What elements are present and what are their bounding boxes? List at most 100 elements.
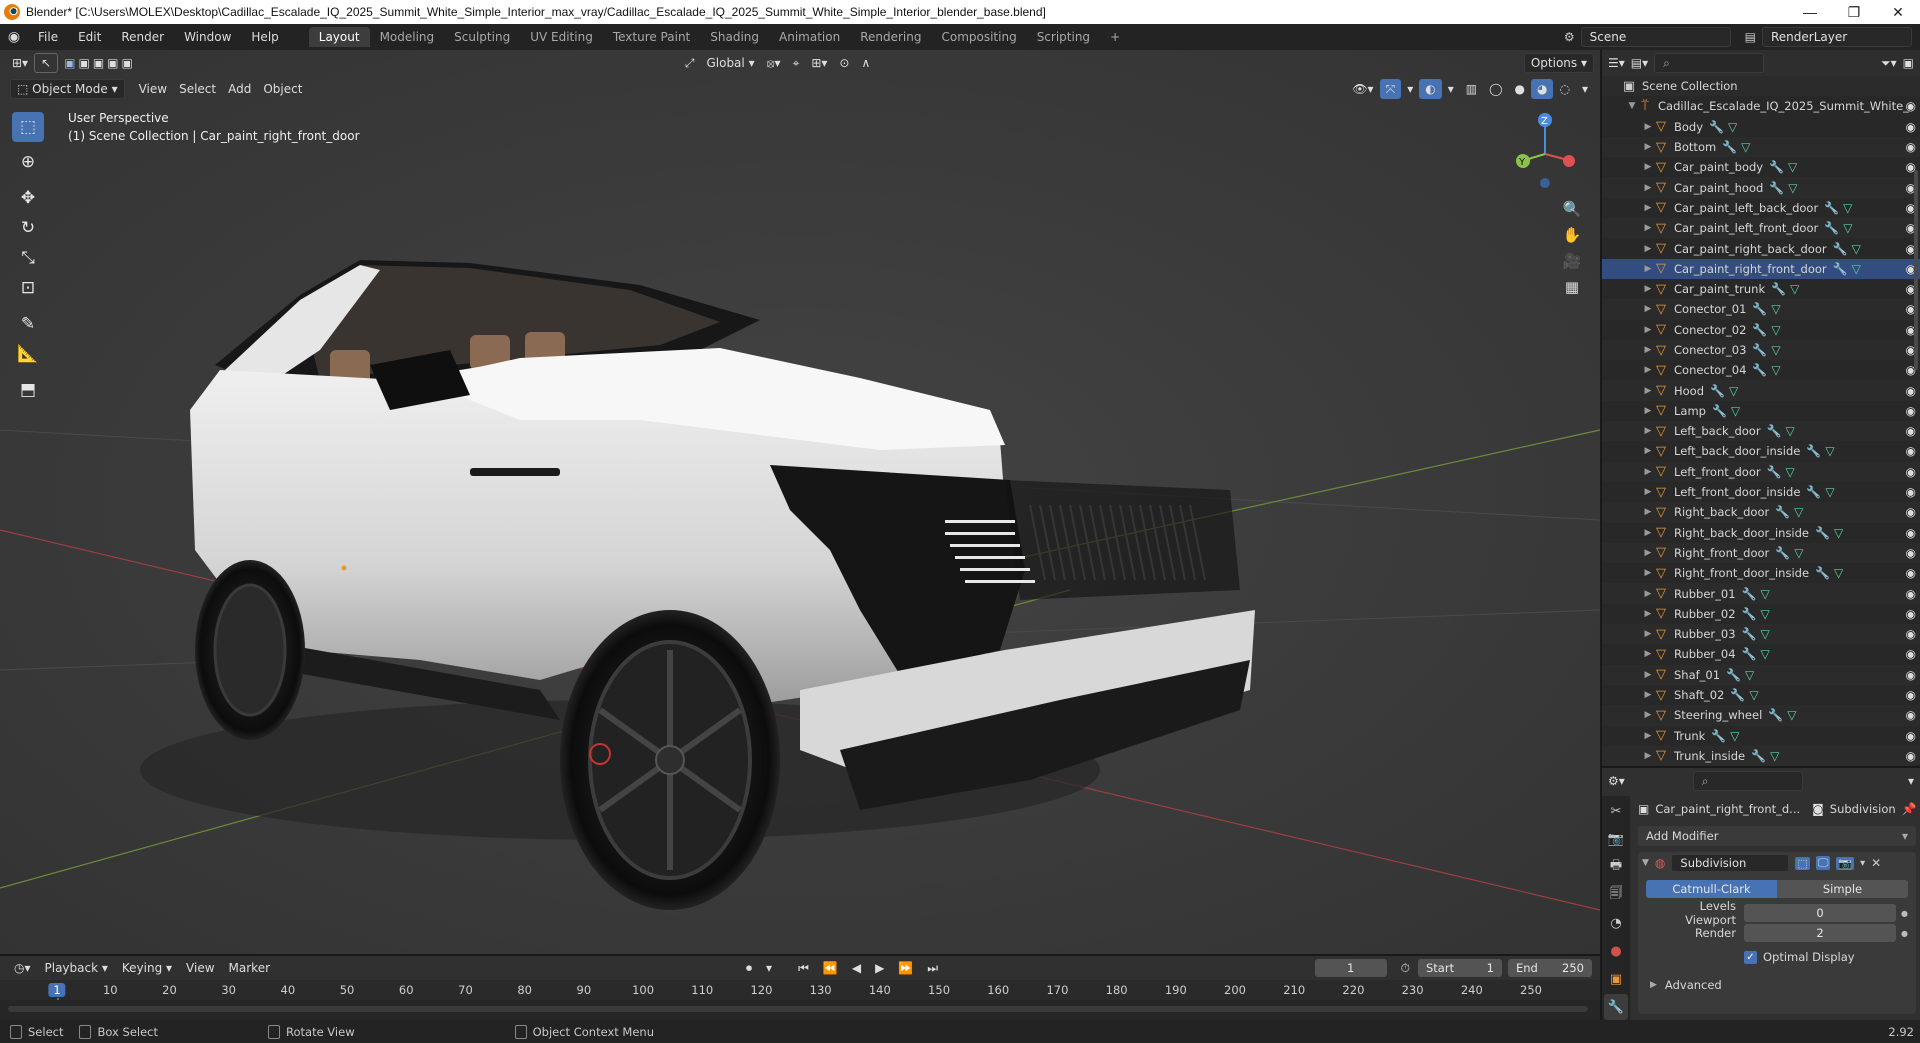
- shading-wireframe-icon[interactable]: ◯: [1483, 79, 1508, 99]
- mesh-data-icon[interactable]: ▽: [1771, 323, 1780, 337]
- outliner-scrollbar[interactable]: [1914, 170, 1918, 370]
- modifier-wrench-icon[interactable]: 🔧: [1730, 688, 1745, 702]
- collection-row[interactable]: ▼ ⍡ Cadillac_Escalade_IQ_2025_Summit_Whi…: [1602, 96, 1920, 116]
- expand-triangle-icon[interactable]: ▶: [1642, 183, 1654, 193]
- eye-icon[interactable]: ◉: [1906, 607, 1916, 621]
- select-intersect-icon[interactable]: ▣: [122, 56, 133, 70]
- modifier-wrench-icon[interactable]: 🔧: [1767, 465, 1782, 479]
- annotate-tool-icon[interactable]: ✎: [12, 309, 44, 339]
- select-subtract-icon[interactable]: ▣: [93, 56, 104, 70]
- expand-triangle-icon[interactable]: ▶: [1642, 528, 1654, 538]
- mesh-data-icon[interactable]: ▽: [1786, 424, 1795, 438]
- options-dropdown[interactable]: Options ▾: [1523, 53, 1594, 73]
- view-layer-tab-icon[interactable]: 🗐: [1604, 882, 1628, 908]
- expand-triangle-icon[interactable]: ▶: [1642, 345, 1654, 355]
- mesh-data-icon[interactable]: ▽: [1730, 729, 1739, 743]
- outliner-item[interactable]: ▶ ▽ Right_front_door_inside 🔧 ▽ ◉: [1602, 563, 1920, 583]
- mesh-data-icon[interactable]: ▽: [1834, 566, 1843, 580]
- expand-triangle-icon[interactable]: ▶: [1642, 649, 1654, 659]
- mesh-data-icon[interactable]: ▽: [1729, 384, 1738, 398]
- mesh-data-icon[interactable]: ▽: [1794, 505, 1803, 519]
- expand-triangle-icon[interactable]: ▼: [1642, 858, 1649, 868]
- expand-triangle-icon[interactable]: ▶: [1642, 122, 1654, 132]
- selection-mode-group[interactable]: ▣ ▣ ▣ ▣ ▣: [58, 53, 139, 73]
- outliner-editor-icon[interactable]: ☰▾: [1608, 56, 1625, 70]
- eye-icon[interactable]: ◉: [1906, 749, 1916, 763]
- modifier-wrench-icon[interactable]: 🔧: [1771, 282, 1786, 296]
- eye-icon[interactable]: ◉: [1906, 526, 1916, 540]
- expand-triangle-icon[interactable]: ▶: [1642, 244, 1654, 254]
- eye-icon[interactable]: ◉: [1906, 627, 1916, 641]
- close-button[interactable]: ✕: [1876, 4, 1920, 21]
- modifier-wrench-icon[interactable]: 🔧: [1711, 729, 1726, 743]
- mesh-data-icon[interactable]: ▽: [1761, 627, 1770, 641]
- mesh-data-icon[interactable]: ▽: [1825, 485, 1834, 499]
- end-frame-field[interactable]: End 250: [1508, 959, 1592, 977]
- eye-icon[interactable]: ◉: [1906, 505, 1916, 519]
- expand-triangle-icon[interactable]: ▶: [1642, 751, 1654, 761]
- jump-keyframe-forward-icon[interactable]: ⏩: [892, 958, 919, 978]
- scene-selector[interactable]: Scene: [1580, 27, 1731, 47]
- overlay-toggle-icon[interactable]: ◐: [1419, 79, 1442, 99]
- world-tab-icon[interactable]: ●: [1604, 938, 1628, 964]
- stopwatch-icon[interactable]: ⏱: [1395, 958, 1416, 978]
- record-icon[interactable]: ⏺: [740, 958, 758, 978]
- new-collection-icon[interactable]: ▣: [1903, 56, 1914, 70]
- eye-icon[interactable]: ◉: [1906, 120, 1916, 134]
- outliner-item[interactable]: ▶ ▽ Bottom 🔧 ▽ ◉: [1602, 136, 1920, 158]
- outliner-item[interactable]: ▶ ▽ Rubber_02 🔧 ▽ ◉: [1602, 604, 1920, 624]
- minimize-button[interactable]: —: [1788, 4, 1832, 20]
- navigation-gizmo[interactable]: Z Y: [1505, 110, 1585, 190]
- expand-triangle-icon[interactable]: ▶: [1642, 223, 1654, 233]
- transform-tool-icon[interactable]: ⊡: [12, 273, 44, 303]
- timeline-editor-icon[interactable]: ◷▾: [8, 958, 37, 978]
- select-extend-icon[interactable]: ▣: [78, 56, 89, 70]
- mesh-data-icon[interactable]: ▽: [1834, 526, 1843, 540]
- properties-editor-icon[interactable]: ⚙▾: [1608, 774, 1625, 788]
- render-levels-field[interactable]: 2: [1744, 924, 1896, 942]
- expand-triangle-icon[interactable]: ▶: [1642, 162, 1654, 172]
- modifier-wrench-icon[interactable]: 🔧: [1769, 160, 1784, 174]
- current-frame-marker[interactable]: 1: [48, 983, 66, 997]
- render-toggle-icon[interactable]: 📷: [1836, 856, 1855, 870]
- mesh-data-icon[interactable]: ▽: [1761, 647, 1770, 661]
- eye-icon[interactable]: ◉: [1906, 424, 1916, 438]
- expand-triangle-icon[interactable]: ▶: [1642, 426, 1654, 436]
- outliner-item[interactable]: ▶ ▽ Steering_wheel 🔧 ▽ ◉: [1602, 705, 1920, 726]
- mesh-data-icon[interactable]: ▽: [1788, 160, 1797, 174]
- blender-menu-icon[interactable]: ◉: [0, 29, 28, 45]
- mode-dropdown[interactable]: ⬚ Object Mode ▾: [10, 79, 125, 99]
- outliner-item[interactable]: ▶ ▽ Conector_01 🔧 ▽ ◉: [1602, 299, 1920, 320]
- modifier-wrench-icon[interactable]: 🔧: [1775, 546, 1790, 560]
- eye-icon[interactable]: ◉: [1906, 384, 1916, 398]
- play-icon[interactable]: ▶: [869, 958, 890, 978]
- outliner-item[interactable]: ▶ ▽ Rubber_04 🔧 ▽ ◉: [1602, 644, 1920, 664]
- expand-triangle-icon[interactable]: ▶: [1642, 284, 1654, 294]
- workspace-tab-modeling[interactable]: Modeling: [370, 27, 445, 47]
- outliner-item[interactable]: ▶ ▽ Right_front_door 🔧 ▽ ◉: [1602, 542, 1920, 564]
- shading-solid-icon[interactable]: ●: [1509, 79, 1531, 99]
- outliner-item[interactable]: ▶ ▽ Left_back_door 🔧 ▽ ◉: [1602, 421, 1920, 442]
- eye-icon[interactable]: ◉: [1906, 140, 1916, 154]
- xray-toggle-icon[interactable]: ▥: [1460, 79, 1483, 99]
- mesh-data-icon[interactable]: ▽: [1852, 262, 1861, 276]
- outliner-item[interactable]: ▶ ▽ Car_paint_left_back_door 🔧 ▽ ◉: [1602, 198, 1920, 218]
- outliner-item[interactable]: ▶ ▽ Trunk 🔧 ▽ ◉: [1602, 726, 1920, 746]
- timeline-track-area[interactable]: [0, 1000, 1600, 1020]
- proportional-edit-icon[interactable]: ⊙: [833, 53, 855, 73]
- modifier-wrench-icon[interactable]: 🔧: [1709, 120, 1724, 134]
- shading-rendered-icon[interactable]: ◌: [1553, 79, 1575, 99]
- modifier-wrench-icon[interactable]: 🔧: [1824, 221, 1839, 235]
- properties-options-icon[interactable]: ▾: [1908, 774, 1914, 788]
- outliner-item[interactable]: ▶ ▽ Right_back_door 🔧 ▽ ◉: [1602, 502, 1920, 523]
- scene-tab-icon[interactable]: ◔: [1604, 910, 1628, 936]
- modifier-wrench-icon[interactable]: 🔧: [1775, 505, 1790, 519]
- measure-tool-icon[interactable]: 📐: [12, 339, 44, 369]
- workspace-tab-shading[interactable]: Shading: [700, 27, 769, 47]
- eye-icon[interactable]: ◉: [1906, 668, 1916, 682]
- orientation-dropdown[interactable]: Global ▾: [700, 53, 760, 73]
- simple-tab[interactable]: Simple: [1777, 880, 1908, 898]
- expand-triangle-icon[interactable]: ▶: [1642, 548, 1654, 558]
- eye-icon[interactable]: ◉: [1906, 647, 1916, 661]
- pin-icon[interactable]: 📌: [1902, 802, 1917, 816]
